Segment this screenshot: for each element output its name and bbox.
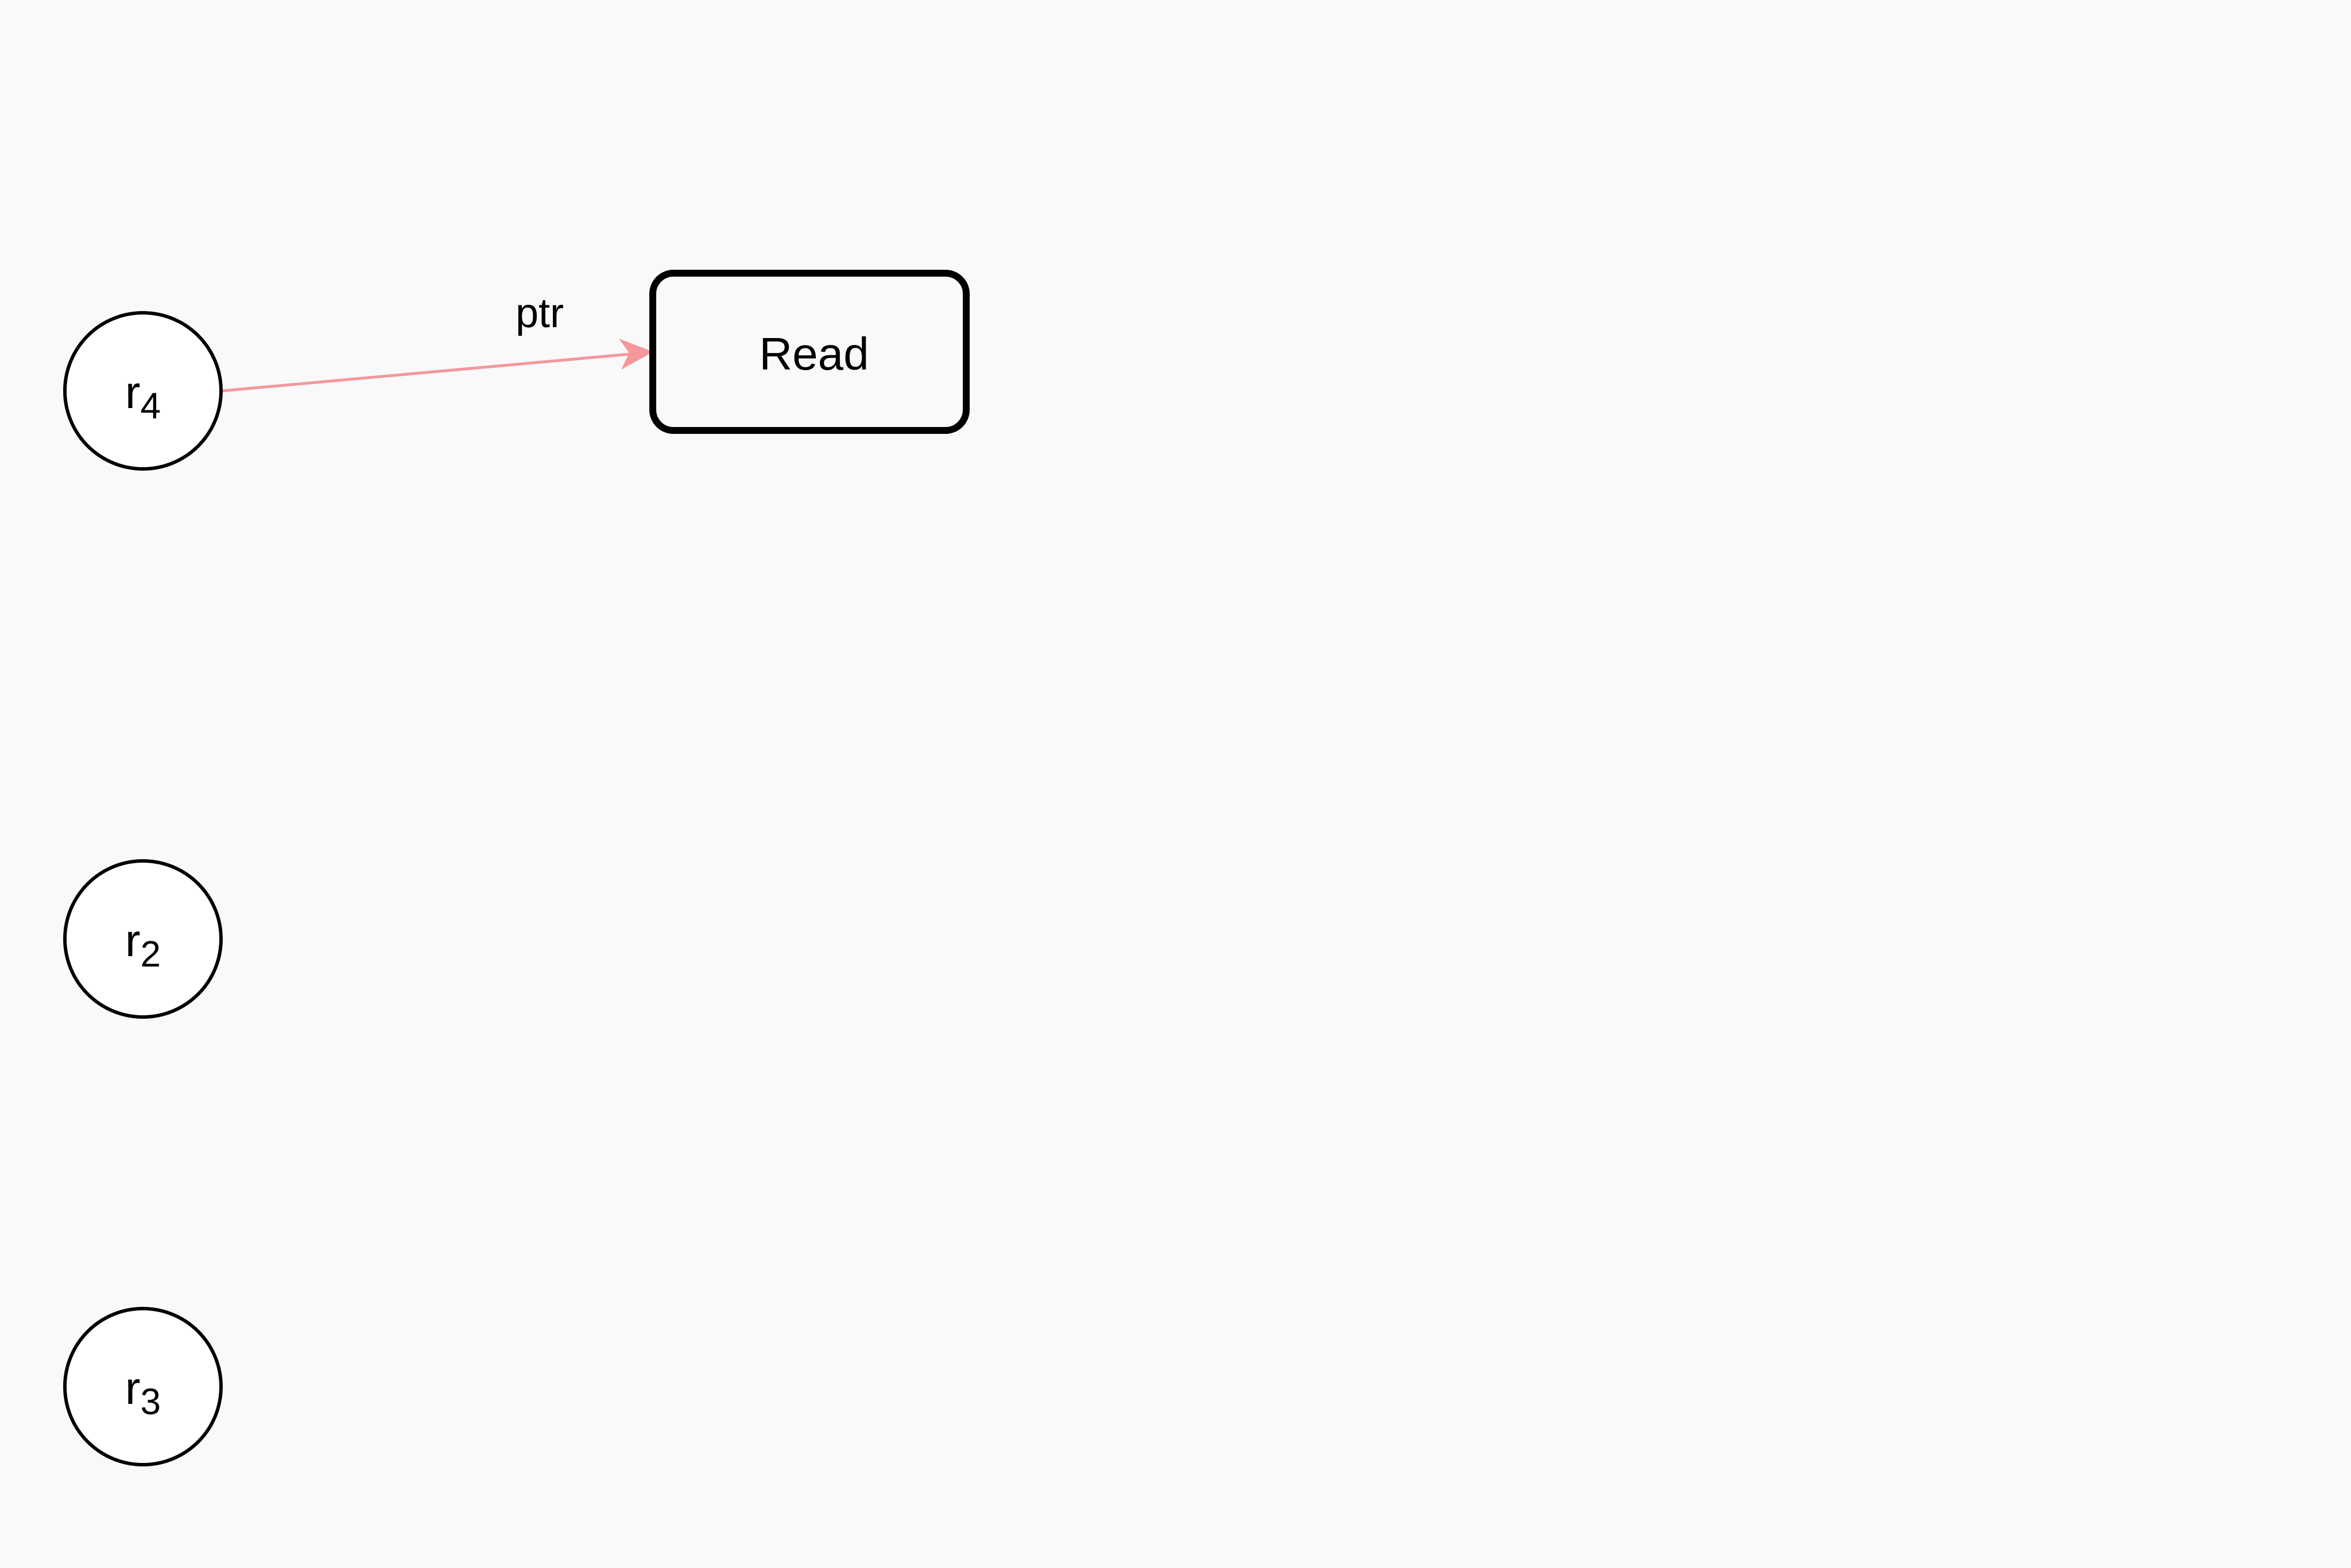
node-r3-subscript: 3 <box>141 1381 161 1422</box>
node-read[interactable]: Read <box>649 270 970 434</box>
node-r4[interactable]: r4 <box>63 311 223 471</box>
node-r4-base: r <box>125 367 141 418</box>
node-r2-subscript: 2 <box>141 933 161 975</box>
node-r2-base: r <box>125 915 141 966</box>
node-r4-subscript: 4 <box>141 385 161 426</box>
node-r3-base: r <box>125 1363 141 1414</box>
node-r2[interactable]: r2 <box>63 859 223 1019</box>
diagram-canvas: ptr r4 Read r2 r3 <box>63 270 970 1466</box>
edge-line[interactable] <box>222 351 649 393</box>
node-r3[interactable]: r3 <box>63 1307 223 1466</box>
node-read-label: Read <box>759 328 869 379</box>
edge-r4-to-read[interactable]: ptr <box>222 290 653 393</box>
edge-label: ptr <box>516 290 564 336</box>
